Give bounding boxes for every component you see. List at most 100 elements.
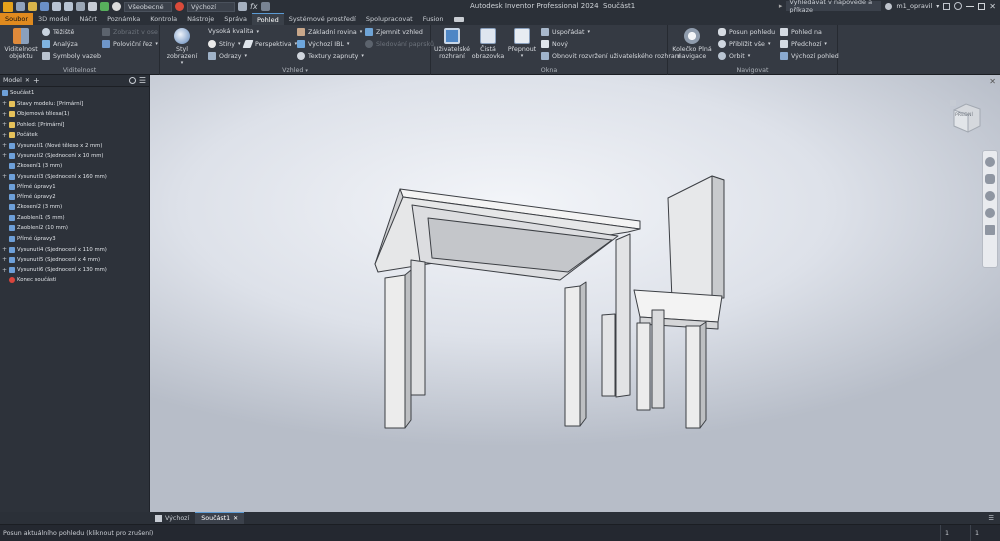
expand-icon[interactable]: + (2, 111, 7, 118)
tree-node[interactable]: + Vysunutí6 (Sjednocení x 130 mm) (2, 267, 107, 274)
user-dropdown-icon[interactable]: ▾ (936, 3, 939, 10)
previous-view-button[interactable]: Předchozí ▾ (780, 40, 827, 48)
graphics-viewport[interactable]: ✕ (150, 75, 1000, 512)
tree-node[interactable]: Zaoblení2 (10 mm) (2, 225, 68, 232)
tree-node[interactable]: + Vysunutí2 (Sjednocení x 10 mm) (2, 152, 103, 159)
tab-file[interactable]: Soubor (0, 13, 33, 25)
material-select[interactable]: Výchozí (187, 1, 235, 12)
tree-node[interactable]: + Vysunutí5 (Sjednocení x 4 mm) (2, 256, 100, 263)
tab-collaborate[interactable]: Spolupracovat (361, 13, 418, 25)
restore-layout-button[interactable]: Obnovit rozvržení uživatelského rozhraní (541, 52, 681, 60)
maximize-icon[interactable] (978, 2, 986, 10)
undo-icon[interactable] (52, 2, 61, 11)
ray-tracing-button[interactable]: Sledování paprsků (365, 40, 434, 48)
tree-node[interactable]: Přímé úpravy2 (2, 194, 56, 200)
save-icon[interactable] (40, 2, 49, 11)
update-icon[interactable] (100, 2, 109, 11)
zoom-to-axis-button[interactable]: Zobrazit v ose (102, 28, 158, 36)
close-part-icon[interactable] (112, 2, 121, 11)
analysis-button[interactable]: Analýza (42, 40, 78, 48)
tree-node[interactable]: Přímé úpravy3 (2, 235, 56, 242)
textures-button[interactable]: Textury zapnuty ▾ (297, 52, 364, 60)
tab-view[interactable]: Pohled (251, 13, 284, 25)
pan-button[interactable]: Posun pohledu (718, 28, 775, 36)
tree-node[interactable]: + Vysunutí1 (Nové těleso x 2 mm) (2, 142, 102, 149)
visual-style-button[interactable]: Styl zobrazení ▾ (162, 28, 202, 67)
tree-node[interactable]: Přímé úpravy1 (2, 183, 56, 190)
look-at-button[interactable]: Pohled na (780, 28, 822, 36)
default-ibl-button[interactable]: Výchozí IBL ▾ (297, 40, 349, 48)
tree-node[interactable]: + Objemová tělesa(1) (2, 111, 69, 118)
high-quality-select[interactable]: Vysoká kvalita ▾ (208, 28, 259, 35)
close-window-icon[interactable]: ✕ (989, 2, 996, 11)
plus-icon[interactable] (260, 2, 270, 11)
tree-node[interactable]: + Vysunutí4 (Sjednocení x 110 mm) (2, 246, 107, 253)
switch-button[interactable]: Přepnout ▾ (506, 28, 538, 60)
perspective-button[interactable]: Perspektiva ▾ (242, 40, 297, 48)
constraint-symbols-button[interactable]: Symboly vazeb (42, 52, 101, 60)
expand-icon[interactable]: + (2, 152, 7, 159)
help-icon[interactable] (954, 2, 963, 10)
tree-root-part[interactable]: Součást1 (2, 90, 34, 96)
tab-sketch[interactable]: Náčrt (74, 13, 102, 25)
viewcube-home-icon[interactable] (950, 100, 956, 106)
fx-icon[interactable]: fx (250, 2, 258, 11)
tree-node[interactable]: Zkosení1 (3 mm) (2, 162, 62, 169)
tree-node[interactable]: + Vysunutí3 (Sjednocení x 160 mm) (2, 173, 107, 180)
tree-node[interactable]: + Počátek (2, 132, 38, 139)
tree-node[interactable]: Zkosení2 (3 mm) (2, 204, 62, 211)
tab-environments[interactable]: Systémové prostředí (284, 13, 361, 25)
browser-menu-icon[interactable]: ☰ (139, 76, 146, 85)
object-visibility-button[interactable]: Viditelnost objektu (3, 28, 39, 60)
home-icon[interactable] (76, 2, 85, 11)
tab-inspect[interactable]: Kontrola (145, 13, 182, 25)
expand-icon[interactable]: + (2, 267, 7, 274)
new-file-icon[interactable] (16, 2, 25, 11)
doc-tab-part[interactable]: Součást1 ✕ (195, 512, 245, 524)
orbit-button[interactable]: Orbit ▾ (718, 52, 750, 60)
expand-icon[interactable]: + (2, 142, 7, 149)
nav-look-at-icon[interactable] (985, 225, 995, 235)
tree-node[interactable]: Zaoblení1 (5 mm) (2, 214, 65, 221)
new-window-button[interactable]: Nový (541, 40, 568, 48)
expand-icon[interactable]: + (2, 132, 7, 139)
user-interface-button[interactable]: Uživatelské rozhraní (434, 28, 470, 60)
user-name[interactable]: m1_opravil (896, 2, 932, 10)
select-icon[interactable] (88, 2, 97, 11)
half-section-button[interactable]: Poloviční řez ▾ (102, 40, 158, 48)
doc-tab-home[interactable]: Výchozí (149, 512, 195, 524)
expand-icon[interactable]: + (2, 246, 7, 253)
ground-plane-button[interactable]: Základní rovina ▾ (297, 28, 362, 36)
tree-node[interactable]: + Pohled: [Primární] (2, 121, 64, 128)
clean-screen-button[interactable]: Čistá obrazovka (471, 28, 505, 60)
appearance-select[interactable]: Všeobecné (124, 1, 172, 12)
expand-icon[interactable]: + (2, 256, 7, 263)
shadows-button[interactable]: Stíny ▾ (208, 40, 240, 48)
nav-pan-icon[interactable] (985, 174, 995, 184)
tab-3d-model[interactable]: 3D model (33, 13, 74, 25)
ribbon-options-icon[interactable] (449, 13, 469, 25)
redo-icon[interactable] (64, 2, 73, 11)
minimize-icon[interactable] (966, 5, 975, 7)
doc-tabs-menu-icon[interactable]: ☰ (982, 512, 1000, 524)
expand-icon[interactable]: + (2, 121, 7, 128)
tab-tools[interactable]: Nástroje (182, 13, 219, 25)
viewport-close-icon[interactable]: ✕ (989, 77, 996, 86)
material-edit-icon[interactable] (238, 2, 247, 11)
realistic-appearance-button[interactable]: Zjemnit vzhled (365, 28, 423, 36)
doc-tab-close-icon[interactable]: ✕ (233, 515, 238, 522)
tree-node[interactable]: Konec součásti (2, 277, 57, 284)
browser-tab-model[interactable]: Model (3, 77, 22, 84)
browser-tab-close-icon[interactable]: ✕ (25, 77, 30, 84)
centroid-button[interactable]: Těžiště (42, 28, 74, 36)
home-view-button[interactable]: Výchozí pohled (780, 52, 839, 60)
zoom-all-button[interactable]: Přiblížit vše ▾ (718, 40, 770, 48)
nav-zoom-icon[interactable] (985, 191, 995, 201)
expand-icon[interactable]: + (2, 173, 7, 180)
viewcube[interactable]: PŘEDNÍ (950, 100, 984, 134)
cart-icon[interactable] (943, 2, 951, 10)
nav-orbit-icon[interactable] (985, 208, 995, 218)
tab-manage[interactable]: Správa (219, 13, 252, 25)
open-file-icon[interactable] (28, 2, 37, 11)
tree-node[interactable]: + Stavy modelu: [Primární] (2, 100, 83, 107)
